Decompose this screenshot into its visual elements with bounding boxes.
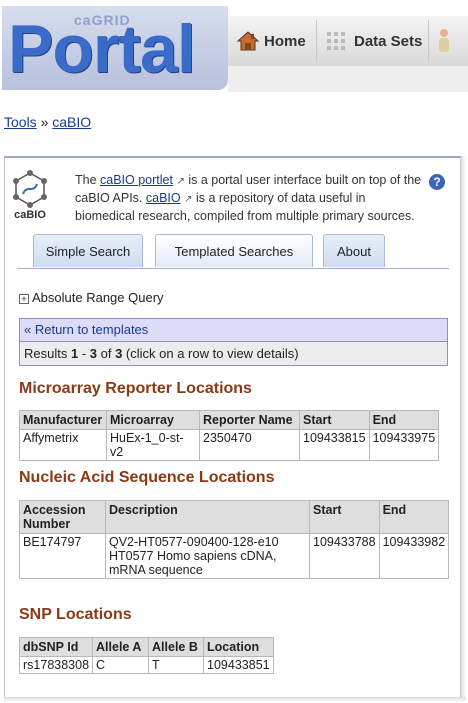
table-header-row: Manufacturer Microarray Reporter Name St… xyxy=(19,410,440,430)
table-cell: rs17838308 xyxy=(18,656,94,674)
nav-data-sets[interactable]: Data Sets xyxy=(326,16,422,66)
home-icon xyxy=(236,31,260,51)
column-header: Location xyxy=(203,637,274,657)
cabio-portlet-link[interactable]: caBIO portlet xyxy=(100,173,173,187)
tab-about[interactable]: About xyxy=(323,234,385,267)
nav-divider xyxy=(428,20,429,62)
return-to-templates-link[interactable]: « Return to templates xyxy=(24,322,148,337)
frame-shadow xyxy=(4,697,466,702)
column-header: End xyxy=(368,410,440,430)
table-row[interactable]: Affymetrix HuEx-1_0-st-v2 2350470 109433… xyxy=(19,429,440,461)
grid-icon xyxy=(327,32,345,50)
breadcrumb-separator: » xyxy=(40,114,49,130)
column-header: Accession Number xyxy=(19,500,106,534)
nucleic-table: Accession Number Description Start End B… xyxy=(19,500,450,579)
results-to: 3 xyxy=(89,346,97,361)
column-header: Manufacturer xyxy=(19,410,107,430)
snp-table: dbSNP Id Allele A Allele B Location rs17… xyxy=(18,637,274,674)
table-header-row: Accession Number Description Start End xyxy=(19,500,450,534)
table-cell: 109433982 xyxy=(378,533,450,579)
tab-simple-search[interactable]: Simple Search xyxy=(33,234,143,267)
external-link-icon: ↗ xyxy=(184,194,193,205)
table-cell: 109433788 xyxy=(309,533,380,579)
help-icon[interactable]: ? xyxy=(429,174,445,190)
table-cell: HuEx-1_0-st-v2 xyxy=(106,429,200,461)
logo-portal-text: Portal xyxy=(8,11,196,87)
nav-underbar xyxy=(228,66,468,92)
cabio-link[interactable]: caBIO xyxy=(146,191,181,205)
tab-templated-searches[interactable]: Templated Searches xyxy=(155,234,313,267)
table-cell: 109433975 xyxy=(368,429,440,461)
column-header: Allele A xyxy=(92,637,150,657)
absolute-range-query[interactable]: + Absolute Range Query xyxy=(19,290,164,305)
nav-divider xyxy=(316,20,317,62)
results-of: of xyxy=(97,346,116,361)
table-cell: Affymetrix xyxy=(19,429,107,461)
table-cell: 109433815 xyxy=(299,429,370,461)
column-header: Description xyxy=(105,500,310,534)
table-cell: 2350470 xyxy=(199,429,300,461)
results-nav: « Return to templates xyxy=(20,319,447,342)
column-header: Microarray xyxy=(106,410,200,430)
intro-text: The xyxy=(75,173,101,187)
breadcrumb-tools-link[interactable]: Tools xyxy=(4,114,37,130)
cabio-logo: caBIO xyxy=(11,170,49,226)
column-header: Reporter Name xyxy=(199,410,300,430)
person-icon xyxy=(439,29,449,52)
microarray-section-title: Microarray Reporter Locations xyxy=(19,380,252,397)
snp-section-title: SNP Locations xyxy=(19,606,132,623)
expand-icon[interactable]: + xyxy=(19,293,29,304)
column-header: Start xyxy=(309,500,380,534)
portlet-description: The caBIO portlet ↗ is a portal user int… xyxy=(75,172,423,224)
frame-shadow xyxy=(461,156,466,701)
nav-home[interactable]: Home xyxy=(236,16,306,66)
portal-logo[interactable]: caGRID Portal xyxy=(2,6,228,90)
cabio-logo-label: caBIO xyxy=(14,209,46,221)
external-link-icon: ↗ xyxy=(176,176,185,187)
table-cell: QV2-HT0577-090400-128-e10 HT0577 Homo sa… xyxy=(105,533,310,579)
results-box: « Return to templates Results 1 - 3 of 3… xyxy=(19,318,448,366)
column-header: End xyxy=(378,500,450,534)
cabio-molecule-icon xyxy=(13,170,47,208)
breadcrumb-cabio-link[interactable]: caBIO xyxy=(52,114,91,130)
nav-user[interactable] xyxy=(436,16,452,66)
search-tabs: Simple Search Templated Searches About xyxy=(17,234,449,269)
table-cell: C xyxy=(92,656,150,674)
column-header: Allele B xyxy=(148,637,205,657)
absolute-range-query-label: Absolute Range Query xyxy=(32,290,164,305)
table-row[interactable]: BE174797 QV2-HT0577-090400-128-e10 HT057… xyxy=(19,533,450,579)
results-hint: (click on a row to view details) xyxy=(122,346,299,361)
nav-home-label: Home xyxy=(264,32,306,50)
table-row[interactable]: rs17838308 C T 109433851 xyxy=(18,656,274,674)
breadcrumb: Tools » caBIO xyxy=(4,114,91,130)
nucleic-section-title: Nucleic Acid Sequence Locations xyxy=(19,469,275,486)
table-header-row: dbSNP Id Allele A Allele B Location xyxy=(18,637,274,657)
portal-header: caGRID Portal Home Data Sets xyxy=(0,0,468,92)
microarray-table: Manufacturer Microarray Reporter Name St… xyxy=(19,410,440,461)
results-summary: Results 1 - 3 of 3 (click on a row to vi… xyxy=(20,342,447,365)
results-prefix: Results xyxy=(24,346,71,361)
results-dash: - xyxy=(78,346,90,361)
column-header: dbSNP Id xyxy=(18,637,94,657)
table-cell: 109433851 xyxy=(203,656,274,674)
main-nav: Home Data Sets xyxy=(228,16,468,67)
table-cell: BE174797 xyxy=(19,533,106,579)
cabio-portlet: caBIO The caBIO portlet ↗ is a portal us… xyxy=(4,156,461,699)
column-header: Start xyxy=(299,410,370,430)
table-cell: T xyxy=(148,656,205,674)
nav-data-sets-label: Data Sets xyxy=(354,32,423,50)
